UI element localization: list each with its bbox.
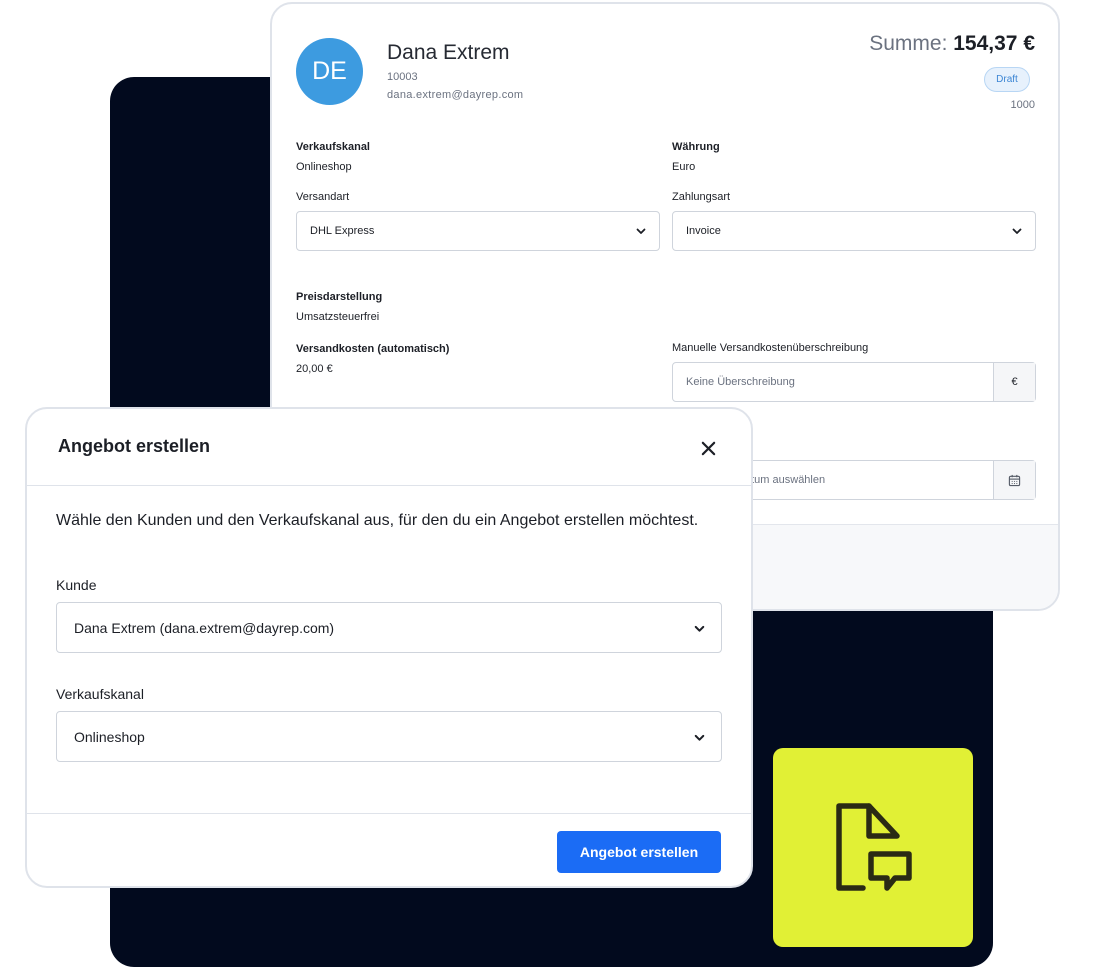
price-display-value: Umsatzsteuerfrei: [296, 311, 380, 323]
chevron-down-icon: [1012, 228, 1022, 234]
chevron-down-icon: [694, 734, 705, 741]
shipping-cost-label: Versandkosten (automatisch): [296, 343, 450, 355]
total-value: 154,37 €: [953, 32, 1035, 55]
customer-email: dana.extrem@dayrep.com: [387, 89, 524, 101]
customer-select-value: Dana Extrem (dana.extrem@dayrep.com): [74, 619, 335, 636]
create-offer-dialog: Angebot erstellen Wähle den Kunden und d…: [25, 407, 753, 888]
status-badge: Draft: [984, 67, 1030, 92]
document-icon-tile: [773, 748, 973, 947]
document-comment-icon: [836, 802, 912, 891]
dialog-title: Angebot erstellen: [58, 436, 211, 456]
customer-select[interactable]: Dana Extrem (dana.extrem@dayrep.com): [56, 602, 722, 653]
shipping-cost-value: 20,00 €: [296, 363, 333, 375]
customer-field-label: Kunde: [56, 577, 97, 593]
payment-method-select[interactable]: Invoice: [672, 211, 1036, 251]
close-button[interactable]: [697, 437, 719, 459]
shipping-method-value: DHL Express: [310, 225, 375, 237]
dialog-description: Wähle den Kunden und den Verkaufskanal a…: [56, 512, 699, 529]
order-total: Summe: 154,37 €: [869, 32, 1035, 56]
sales-channel-value: Onlineshop: [296, 161, 352, 173]
sales-channel-label: Verkaufskanal: [296, 141, 370, 153]
calendar-button[interactable]: [993, 461, 1035, 499]
override-placeholder[interactable]: Keine Überschreibung: [673, 363, 993, 401]
calendar-icon: [1008, 474, 1021, 486]
shipping-method-label: Versandart: [296, 191, 350, 203]
sales-channel-select[interactable]: Onlineshop: [56, 711, 722, 762]
order-number: 1000: [1010, 99, 1035, 111]
payment-method-value: Invoice: [686, 225, 721, 237]
create-offer-button[interactable]: Angebot erstellen: [557, 831, 721, 873]
price-display-label: Preisdarstellung: [296, 291, 383, 303]
shipping-method-select[interactable]: DHL Express: [296, 211, 660, 251]
manual-override-label: Manuelle Versandkostenüberschreibung: [672, 342, 869, 354]
manual-shipping-override-input[interactable]: Keine Überschreibung €: [672, 362, 1036, 402]
currency-value: Euro: [672, 161, 696, 173]
payment-method-label: Zahlungsart: [672, 191, 731, 203]
sales-channel-select-value: Onlineshop: [74, 728, 145, 745]
channel-field-label: Verkaufskanal: [56, 686, 144, 702]
dialog-header-divider: [27, 485, 751, 486]
chevron-down-icon: [694, 625, 705, 632]
customer-number: 10003: [387, 71, 418, 83]
close-icon: [701, 441, 715, 455]
dialog-footer-divider: [27, 813, 751, 814]
customer-name: Dana Extrem: [387, 41, 510, 64]
chevron-down-icon: [636, 228, 646, 234]
avatar: DE: [296, 38, 363, 105]
currency-label: Währung: [672, 141, 720, 153]
currency-addon: €: [993, 363, 1035, 401]
total-label: Summe:: [869, 32, 948, 55]
